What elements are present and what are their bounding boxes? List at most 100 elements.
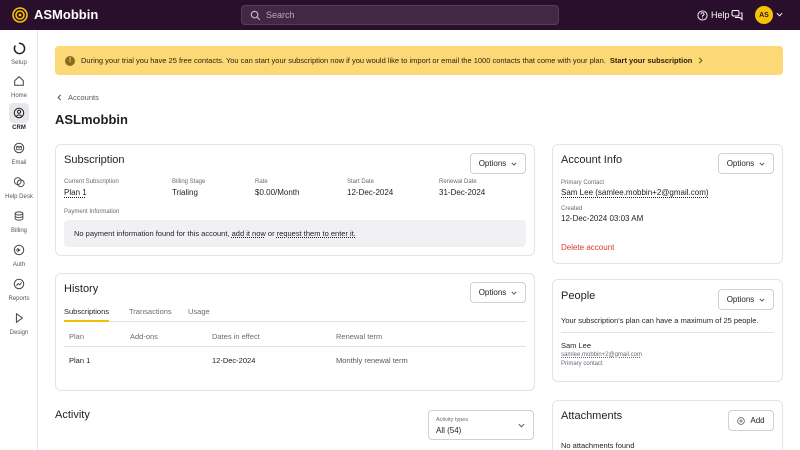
renewal-date-value: 31-Dec-2024 [439,188,486,197]
user-avatar[interactable]: AS [755,6,773,24]
people-card: People Options Your subscription's plan … [552,279,783,382]
history-table-header: Plan Add-ons Dates in effect Renewal ter… [64,325,526,347]
person-email[interactable]: samlee.mobbin+2@gmail.com [561,352,642,358]
sidebar-item-label: Reports [8,296,30,302]
add-attachment-button[interactable]: Add [728,410,774,431]
person-name[interactable]: Sam Lee [561,341,591,350]
renewal-date-label: Renewal Date [439,179,477,185]
start-date-label: Start Date [347,179,375,185]
primary-contact-value[interactable]: Sam Lee (samlee.mobbin+2@gmail.com) [561,188,709,197]
sidebar-item-home[interactable]: Home [0,71,38,100]
row-dates: 12-Dec-2024 [212,356,256,365]
column-dates: Dates in effect [212,332,260,341]
sidebar-item-label: Billing [10,228,27,234]
billing-stage-value: Trialing [172,188,198,197]
column-plan: Plan [69,332,85,341]
subscription-card: Subscription Options Current Subscriptio… [55,144,535,256]
search-box[interactable] [241,5,559,25]
subscription-title: Subscription [64,154,125,166]
breadcrumb-accounts[interactable]: Accounts [68,93,99,102]
sidebar-item-label: Help Desk [5,194,33,200]
sidebar-item-setup[interactable]: Setup [0,38,38,67]
setup-icon [13,42,25,54]
chevron-down-icon [759,298,765,302]
row-renewal-term: Monthly renewal term [336,356,408,365]
history-options-button[interactable]: Options [470,282,526,303]
home-icon [14,76,24,86]
trial-banner: ! During your trial you have 25 free con… [55,46,783,75]
email-icon [13,142,25,154]
design-icon [15,313,23,323]
chevron-down-icon [511,162,517,166]
help-icon [697,9,708,21]
chat-icon[interactable] [731,9,743,21]
add-payment-link[interactable]: add it now [232,229,266,238]
created-value: 12-Dec-2024 03:03 AM [561,214,644,223]
chevron-down-icon[interactable] [776,12,783,17]
sidebar-item-label: Email [11,160,27,166]
payment-information-label: Payment Information [64,209,120,215]
activity-types-select[interactable]: Activity types All (54) [428,410,534,440]
sidebar-item-billing[interactable]: Billing [0,206,38,235]
sidebar-item-email[interactable]: Email [0,138,38,167]
sidebar: Setup Home CRM Email Help Desk Billing A… [0,30,38,450]
subscription-options-button[interactable]: Options [470,153,526,174]
help-button[interactable]: Help [697,8,730,22]
sidebar-item-crm[interactable]: CRM [0,103,38,132]
people-options-button[interactable]: Options [718,289,774,310]
search-icon [250,10,261,21]
history-tabs: Subscriptions Transactions Usage [64,307,526,322]
created-label: Created [561,206,583,212]
sidebar-item-label: Auth [12,262,26,268]
page-title: ASLmobbin [55,112,128,127]
table-row[interactable]: Plan 1 12-Dec-2024 Monthly renewal term [64,348,526,372]
chevron-down-icon [511,291,517,295]
sidebar-item-auth[interactable]: Auth [0,240,38,269]
activity-title: Activity [55,409,90,421]
sidebar-item-label: Home [10,93,27,99]
sidebar-item-help-desk[interactable]: Help Desk [0,172,38,201]
primary-contact-label: Primary Contact [561,180,605,186]
help-label: Help [711,10,730,20]
people-title: People [561,290,596,302]
delete-account-link[interactable]: Delete account [561,243,614,252]
auth-icon [13,244,25,256]
current-subscription-value[interactable]: Plan 1 [64,188,87,197]
account-info-options-button[interactable]: Options [718,153,774,174]
reports-icon [13,278,25,290]
billing-icon [14,211,24,221]
account-info-title: Account Info [561,154,623,166]
sidebar-item-reports[interactable]: Reports [0,274,38,303]
start-date-value: 12-Dec-2024 [347,188,394,197]
sidebar-item-label: Setup [11,60,27,66]
activity-types-value: All (54) [436,426,462,435]
banner-text: During your trial you have 25 free conta… [81,56,606,65]
rate-label: Rate [255,179,268,185]
activity-types-label: Activity types [436,417,469,423]
crm-icon [13,107,25,119]
person-role: Primary contact [561,361,603,367]
chevron-left-icon [57,94,62,101]
sidebar-item-label: CRM [12,125,26,131]
tab-subscriptions[interactable]: Subscriptions [64,307,110,322]
current-subscription-label: Current Subscription [64,179,119,185]
start-subscription-link[interactable]: Start your subscription [610,56,693,65]
history-card: History Options Subscriptions Transactio… [55,273,535,391]
payment-information-box: No payment information found for this ac… [64,220,526,247]
chevron-right-icon [699,57,703,64]
attachments-card: Attachments Add No attachments found [552,400,783,450]
divider [561,332,774,333]
request-payment-link[interactable]: request them to enter it. [277,229,356,238]
account-info-card: Account Info Options Primary Contact Sam… [552,144,783,264]
top-bar: ASMobbin Help AS [0,0,800,30]
tab-transactions[interactable]: Transactions [129,307,172,322]
tab-usage[interactable]: Usage [188,307,210,322]
sidebar-item-label: Design [9,330,29,336]
info-icon: ! [65,55,75,66]
search-input[interactable] [266,6,546,24]
rate-value: $0.00/Month [255,188,300,197]
plus-icon [737,416,746,425]
breadcrumb[interactable]: Accounts [57,93,99,102]
row-plan: Plan 1 [69,356,91,365]
sidebar-item-design[interactable]: Design [0,308,38,337]
